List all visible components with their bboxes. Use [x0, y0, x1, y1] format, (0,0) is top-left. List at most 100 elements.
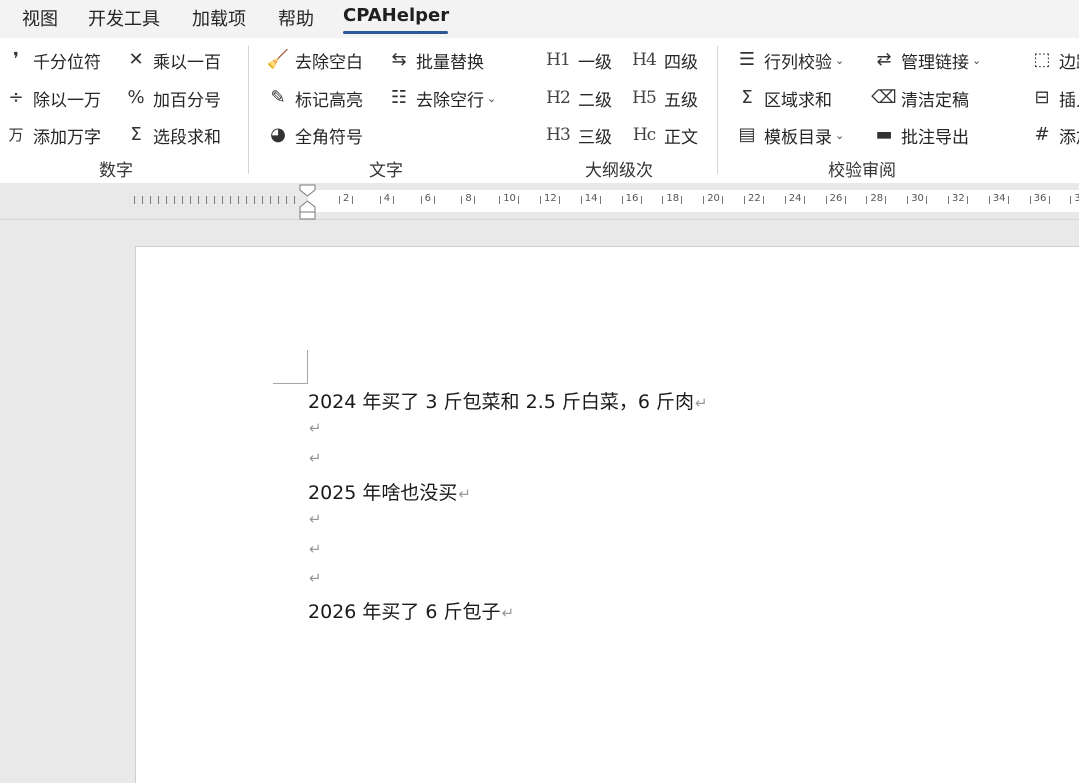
- active-tab-indicator: [343, 31, 448, 34]
- tab-view[interactable]: 视图: [22, 5, 58, 31]
- ruler-tick: [926, 196, 928, 204]
- ruler-tick: [142, 196, 143, 204]
- remove-empty-lines-button[interactable]: ☷ 去除空行 ⌄: [387, 84, 496, 112]
- ruler-tick: [559, 196, 560, 204]
- swap-arrows-icon: ⇆: [391, 49, 407, 70]
- heading-level-1-button[interactable]: H1 一级: [543, 46, 612, 74]
- ruler-tick: [1007, 196, 1009, 204]
- insert-icon: ⊟: [1034, 87, 1050, 108]
- ruler-tick: [198, 196, 199, 204]
- tab-addins[interactable]: 加载项: [192, 5, 246, 31]
- ruler-tick: [681, 196, 683, 204]
- ruler-tick: [844, 196, 846, 204]
- paragraph[interactable]: 2024 年买了 3 斤包菜和 2.5 斤白菜，6 斤肉↵: [308, 387, 708, 414]
- add-wan-button[interactable]: 万添加万字: [4, 121, 101, 149]
- paragraph-mark: ↵: [458, 485, 471, 503]
- ruler-tick: [150, 196, 151, 204]
- ruler-number: 10: [503, 193, 516, 204]
- ruler-tick: [420, 196, 422, 204]
- ruler-number: 4: [383, 193, 391, 204]
- ruler-tick: [339, 196, 340, 204]
- ruler-number: 14: [584, 193, 598, 204]
- ruler-tick: [433, 196, 435, 204]
- row-column-check-button[interactable]: ☰ 行列校验 ⌄: [735, 46, 844, 74]
- paragraph[interactable]: 2026 年买了 6 斤包子↵: [308, 597, 514, 624]
- fullwidth-symbols-button[interactable]: ◕ 全角符号: [266, 121, 363, 149]
- empty-lines-icon: ☷: [390, 87, 408, 108]
- paragraph[interactable]: ↵: [308, 446, 322, 468]
- ruler-tick: [190, 196, 191, 204]
- ruler-tick: [722, 196, 724, 204]
- ruler-tick: [1029, 196, 1031, 204]
- paragraph-mark: ↵: [309, 540, 322, 558]
- body-text-icon: Hc: [632, 124, 656, 145]
- clean-finalize-button[interactable]: ⌫ 清洁定稿: [871, 84, 969, 112]
- multiply-hundred-button[interactable]: ✕ 乘以一百: [124, 46, 221, 74]
- ruler-tick: [662, 196, 664, 204]
- ribbon-tab-bar: 视图 开发工具 加载项 帮助 CPAHelper: [0, 0, 1079, 38]
- ruler-tick: [246, 196, 247, 204]
- ruler-tick: [206, 196, 207, 204]
- paragraph[interactable]: ↵: [308, 537, 322, 559]
- document-page[interactable]: [135, 246, 1079, 783]
- paragraph[interactable]: ↵: [308, 507, 322, 529]
- ruler-tick: [540, 196, 541, 204]
- ruler-tick: [392, 196, 394, 204]
- heading-level-4-button[interactable]: H4 四级: [629, 46, 698, 74]
- add-percent-button[interactable]: % 加百分号: [124, 84, 221, 112]
- ruler-tick: [640, 196, 642, 204]
- insert-button[interactable]: ⊟插入: [1030, 84, 1079, 112]
- body-text-button[interactable]: Hc 正文: [629, 121, 698, 149]
- ruler-tick: [703, 196, 705, 204]
- multiply-icon: ✕: [128, 49, 144, 70]
- mark-highlight-button[interactable]: ✎ 标记高亮: [266, 84, 363, 112]
- ruler-number: 8: [465, 193, 472, 204]
- group-divider: [248, 46, 249, 174]
- paragraph[interactable]: ↵: [308, 416, 322, 438]
- ruler-tick: [1048, 196, 1050, 204]
- export-comments-button[interactable]: ▬ 批注导出: [872, 121, 969, 149]
- ruler-number: 28: [870, 193, 884, 204]
- paragraph-mark: ↵: [309, 569, 322, 587]
- remove-blanks-button[interactable]: 🧹 去除空白: [266, 46, 363, 74]
- ruler-tick: [174, 196, 175, 204]
- add-number-button[interactable]: #添加: [1030, 121, 1079, 149]
- ruler-tick: [518, 196, 520, 204]
- margin-icon: ⬚: [1033, 49, 1051, 70]
- paragraph-mark: ↵: [309, 419, 322, 437]
- ruler-tick: [134, 196, 135, 204]
- manage-links-button[interactable]: ⇄ 管理链接 ⌄: [872, 46, 981, 74]
- heading-level-5-button[interactable]: H5 五级: [629, 84, 698, 112]
- tab-cpahelper[interactable]: CPAHelper: [343, 5, 449, 26]
- thousands-separator-button[interactable]: ❜ 千分位符: [4, 46, 101, 74]
- margin-button[interactable]: ⬚边距: [1030, 46, 1079, 74]
- link-arrows-icon: ⇄: [876, 49, 892, 70]
- ruler-number: 26: [829, 193, 843, 204]
- indent-marker[interactable]: [299, 184, 317, 220]
- comma-icon: ❜: [13, 49, 19, 70]
- heading-level-2-button[interactable]: H2 二级: [543, 84, 612, 112]
- divide-ten-thousand-button[interactable]: ÷ 除以一万: [4, 84, 101, 112]
- tab-developer[interactable]: 开发工具: [88, 5, 160, 31]
- ruler-number: 30: [911, 193, 924, 204]
- heading-2-icon: H2: [546, 87, 571, 108]
- heading-level-3-button[interactable]: H3 三级: [543, 121, 612, 149]
- ruler-tick: [278, 196, 279, 204]
- paragraph[interactable]: ↵: [308, 566, 322, 588]
- range-sum-button[interactable]: Σ 区域求和: [735, 84, 832, 112]
- ruler-tick: [222, 196, 223, 204]
- ruler-tick: [948, 196, 949, 204]
- margin-corner-mark: [273, 383, 308, 384]
- checklist-icon: ☰: [738, 49, 756, 70]
- ruler-tick: [744, 196, 745, 204]
- paragraph[interactable]: 2025 年啥也没买↵: [308, 478, 471, 505]
- heading-4-icon: H4: [632, 49, 657, 70]
- batch-replace-button[interactable]: ⇆ 批量替换: [387, 46, 484, 74]
- selection-sum-button[interactable]: Σ 选段求和: [124, 121, 221, 149]
- heading-1-icon: H1: [546, 49, 571, 70]
- broom-icon: 🧹: [266, 49, 290, 70]
- tab-help[interactable]: 帮助: [278, 5, 314, 31]
- ruler-tick: [599, 196, 601, 204]
- ruler-tick: [230, 196, 231, 204]
- template-toc-button[interactable]: ▤ 模板目录 ⌄: [735, 121, 844, 149]
